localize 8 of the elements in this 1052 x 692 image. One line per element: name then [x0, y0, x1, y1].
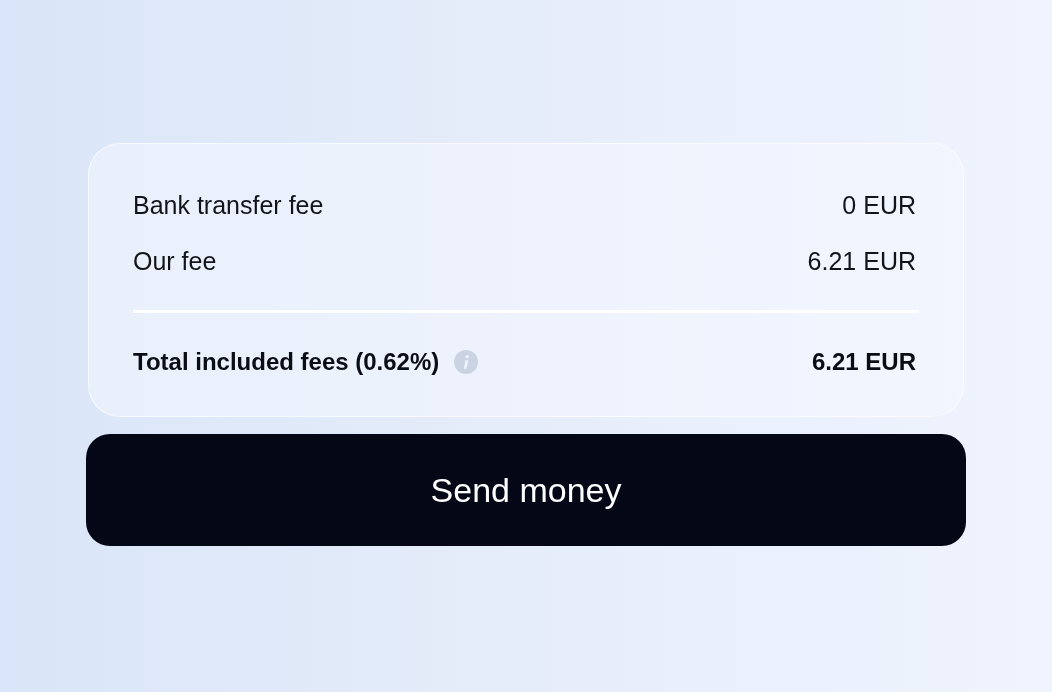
fee-amount: 6.21 EUR	[807, 246, 917, 276]
total-fees-amount: 6.21 EUR	[811, 348, 917, 376]
fee-label: Bank transfer fee	[133, 190, 325, 220]
fee-label: Our fee	[133, 246, 218, 276]
fee-amount: 0 EUR	[842, 190, 917, 220]
send-money-button[interactable]: Send money	[86, 434, 966, 546]
total-fees-label: Total included fees (0.62%)	[133, 348, 441, 376]
info-icon[interactable]	[454, 350, 479, 374]
